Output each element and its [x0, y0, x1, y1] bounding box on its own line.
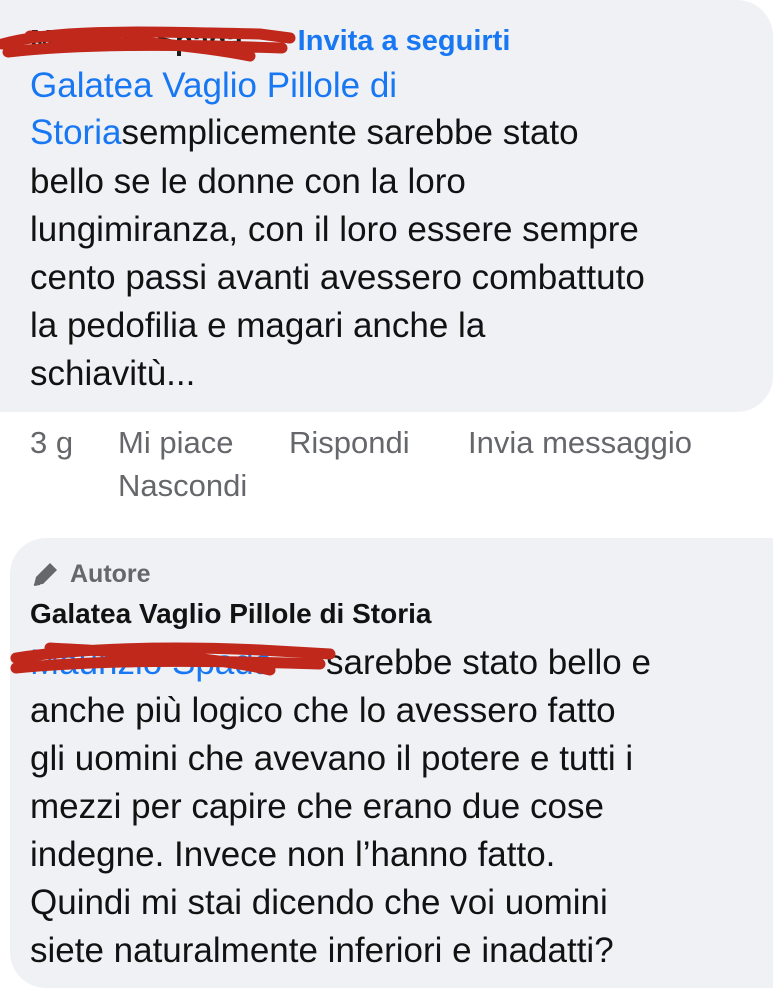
- reply-button[interactable]: Rispondi: [289, 422, 410, 464]
- comment-text-line: cento passi avanti avessero combattuto: [30, 258, 645, 297]
- comment-text-line: lungimiranza, con il loro essere sempre: [30, 210, 639, 249]
- comment-header: Maurizio Spada · Invita a seguirti: [30, 18, 510, 64]
- comment-text-line: indegne. Invece non l’hanno fatto.: [30, 835, 556, 874]
- hide-button[interactable]: Nascondi: [118, 465, 247, 507]
- author-badge-label: Autore: [70, 559, 151, 588]
- mention-link[interactable]: Storia: [30, 113, 121, 152]
- invite-follow-link[interactable]: Invita a seguirti: [298, 25, 511, 57]
- comment-text: semplicemente sarebbe stato: [121, 113, 579, 152]
- comment-text-line: Quindi mi stai dicendo che voi uomini: [30, 883, 608, 922]
- send-message-button[interactable]: Invia messaggio: [468, 422, 692, 464]
- comment-author-name[interactable]: Galatea Vaglio Pillole di Storia: [30, 594, 431, 634]
- comment-text-line: schiavitù...: [30, 354, 196, 393]
- comment-text-line: la pedofilia e magari anche la: [30, 306, 486, 345]
- comment-text-line: Maurizio Spada sarebbe stato bello e: [30, 640, 651, 686]
- comment-actions: 3 g: [30, 422, 73, 464]
- comment-text-line: anche più logico che lo avessero fatto: [30, 691, 616, 730]
- mention-link[interactable]: Galatea Vaglio Pillole di: [30, 63, 397, 109]
- comment-text-line: mezzi per capire che erano due cose: [30, 787, 604, 826]
- timestamp: 3 g: [30, 425, 74, 460]
- comment-author-name[interactable]: Maurizio Spada: [30, 18, 280, 64]
- comment-text-line: gli uomini che avevano il potere e tutti…: [30, 739, 634, 778]
- author-badge: Autore: [30, 557, 151, 591]
- comment-text-line: siete naturalmente inferiori e inadatti?: [30, 931, 614, 970]
- comment-text-line: Storiasemplicemente sarebbe stato: [30, 110, 579, 156]
- comment-text-line: bello se le donne con la loro: [30, 162, 466, 201]
- separator-dot: ·: [284, 25, 294, 57]
- pencil-icon: [33, 563, 57, 586]
- mention-link[interactable]: Maurizio Spada: [30, 640, 326, 686]
- like-button[interactable]: Mi piace: [118, 422, 233, 464]
- comment-text: sarebbe stato bello e: [326, 643, 651, 682]
